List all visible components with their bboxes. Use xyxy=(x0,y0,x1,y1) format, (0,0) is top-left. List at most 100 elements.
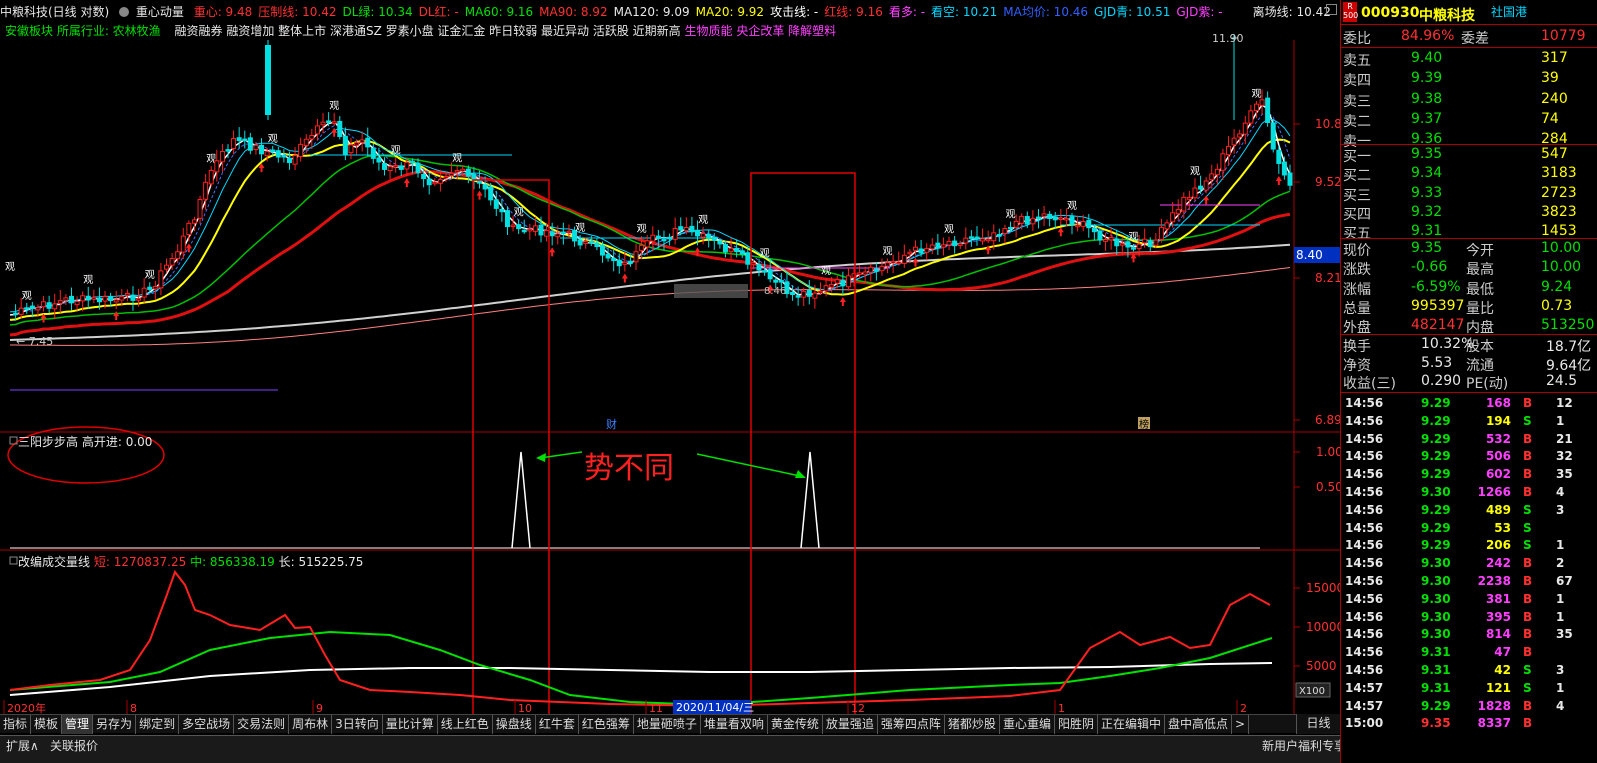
guan-label: 观 xyxy=(391,145,401,157)
tab-3[interactable]: 另存为 xyxy=(93,715,137,734)
candle-body xyxy=(359,139,365,143)
low-label: ← 7.45 xyxy=(16,335,53,348)
month-label-7: 2 xyxy=(1240,702,1247,714)
sub2-title: 改编成交量线 短: 1270837.25 中: 856338.19 长: 515… xyxy=(18,553,363,570)
stock-name: 中粮科技 xyxy=(1419,8,1475,24)
close-icon[interactable] xyxy=(119,7,130,17)
sell-price-2: 9.38 xyxy=(1411,90,1443,107)
tab-12[interactable]: 红牛套 xyxy=(536,715,579,734)
tab-6[interactable]: 交易法则 xyxy=(234,715,290,734)
candle-body xyxy=(46,302,52,309)
tab-13[interactable]: 红色强筹 xyxy=(579,715,634,734)
candle-body xyxy=(247,137,253,151)
tick-price-17: 9.29 xyxy=(1421,698,1451,713)
tag-concepts[interactable]: 融资融券 融资增加 整体上市 深港通SZ 罗素小盘 证金汇金 昨日较弱 最近异动… xyxy=(175,24,681,38)
sub2-long: 长: 515225.75 xyxy=(278,555,364,569)
candle-body xyxy=(18,307,24,315)
tab-5[interactable]: 多空战场 xyxy=(179,715,235,734)
candle-body xyxy=(974,236,980,240)
tab-21[interactable]: 阳胜阴 xyxy=(1055,715,1098,734)
tab-10[interactable]: 线上红色 xyxy=(438,715,493,734)
tick-time-10: 14:56 xyxy=(1345,574,1384,588)
tab-8[interactable]: 3日转向 xyxy=(332,715,383,734)
tab-20[interactable]: 重心重编 xyxy=(1000,715,1055,734)
tick-count-12: 1 xyxy=(1556,609,1565,624)
stat2-label-a1: 净资 xyxy=(1343,357,1371,374)
candle-body xyxy=(655,235,661,239)
sub1-value: 0.00 xyxy=(125,435,153,449)
tick-time-1: 14:56 xyxy=(1345,413,1384,428)
buy-vol-2: 2723 xyxy=(1541,184,1577,201)
sell-vol-1: 39 xyxy=(1541,70,1559,87)
new-user-link[interactable]: 新用户福利专享 xyxy=(1262,737,1346,754)
candle-body xyxy=(650,234,656,242)
tick-price-15: 9.31 xyxy=(1421,663,1451,677)
buy-price-2: 9.33 xyxy=(1411,184,1443,201)
tab-14[interactable]: 地量砸喷子 xyxy=(634,715,701,734)
tick-vol-14: 47 xyxy=(1494,645,1511,660)
candle-body xyxy=(583,241,589,245)
tab-23[interactable]: 盘中高低点 xyxy=(1165,715,1232,734)
indicator-value-0: 重心: 9.48 xyxy=(193,5,253,19)
tag-industry[interactable]: 安徽板块 所属行业: 农林牧渔 xyxy=(5,24,161,38)
price-tick-4: 6.89 xyxy=(1315,413,1340,427)
candle-body xyxy=(750,262,756,266)
stat-val-a0: 9.35 xyxy=(1411,240,1443,256)
candle-body xyxy=(460,168,466,172)
tag-concepts-2[interactable]: 生物质能 央企改革 降解塑料 xyxy=(685,24,837,38)
tab-19[interactable]: 猪都炒股 xyxy=(945,715,1000,734)
candle-body xyxy=(13,312,19,316)
stat-val-a4: 482147 xyxy=(1411,317,1465,334)
tick-count-9: 2 xyxy=(1556,556,1565,571)
period-button[interactable]: 日线 xyxy=(1296,714,1340,734)
tick-count-11: 1 xyxy=(1556,591,1565,606)
stat2-label-b1: 流通 xyxy=(1466,357,1494,374)
tab-16[interactable]: 黄金传统 xyxy=(768,715,823,734)
stat-val-b4: 513250 xyxy=(1541,317,1595,334)
candle-body xyxy=(488,186,494,201)
sub1-label: 高开进: xyxy=(81,435,122,449)
guan-label: 观 xyxy=(514,207,524,219)
stat-label-a1: 涨跌 xyxy=(1343,262,1371,279)
candle-body xyxy=(790,291,796,296)
tab-1[interactable]: 模板 xyxy=(31,715,63,734)
buy-vol-0: 547 xyxy=(1541,146,1568,162)
candle-body xyxy=(57,300,63,304)
candle-body xyxy=(1030,217,1036,225)
tab-18[interactable]: 强筹四点阵 xyxy=(878,715,945,734)
candle-body xyxy=(700,233,706,238)
candle-body xyxy=(169,258,175,266)
tab-0[interactable]: 指标 xyxy=(0,715,32,734)
sub2-mid: 中: 856338.19 xyxy=(190,555,275,569)
cai-label: 财 xyxy=(606,417,617,431)
buy-price-4: 9.31 xyxy=(1411,223,1443,240)
sell-price-3: 9.37 xyxy=(1411,110,1443,127)
tab-scroll-right-icon[interactable]: > xyxy=(1232,715,1250,734)
candle-body xyxy=(762,270,768,273)
tick-vol-18: 8337 xyxy=(1477,716,1511,731)
tab-7[interactable]: 周布林 xyxy=(289,715,333,734)
tab-11[interactable]: 操盘线 xyxy=(493,715,536,734)
kline-chart-area[interactable]: 10.839.528.216.898.40观观观观观观观观观观观观观观观观观观观… xyxy=(0,0,1340,714)
expand-button[interactable]: 扩展∧ xyxy=(6,737,39,754)
sell-label-3: 卖二 xyxy=(1343,113,1371,130)
tab-22[interactable]: 正在编辑中 xyxy=(1098,715,1165,734)
sub1-tick-1: 0.50 xyxy=(1316,480,1340,494)
up-arrow-icon xyxy=(549,247,556,257)
restore-icon[interactable] xyxy=(1326,4,1337,15)
candle-body xyxy=(376,157,382,163)
tab-4[interactable]: 绑定到 xyxy=(136,715,180,734)
candle-body xyxy=(510,224,516,228)
candle-body xyxy=(935,242,941,249)
candle-body xyxy=(381,162,387,170)
tick-side-3: B xyxy=(1523,449,1533,464)
tab-15[interactable]: 堆量看双响 xyxy=(701,715,768,734)
related-quote-button[interactable]: 关联报价 xyxy=(50,737,98,754)
tab-9[interactable]: 量比计算 xyxy=(383,715,438,734)
stock-code: 000930 xyxy=(1361,5,1420,21)
candle-body xyxy=(404,161,410,170)
tab-17[interactable]: 放量强追 xyxy=(823,715,878,734)
tab-2[interactable]: 管理 xyxy=(62,715,94,734)
candle-body xyxy=(739,250,745,255)
buy-label-0: 买一 xyxy=(1343,149,1371,165)
